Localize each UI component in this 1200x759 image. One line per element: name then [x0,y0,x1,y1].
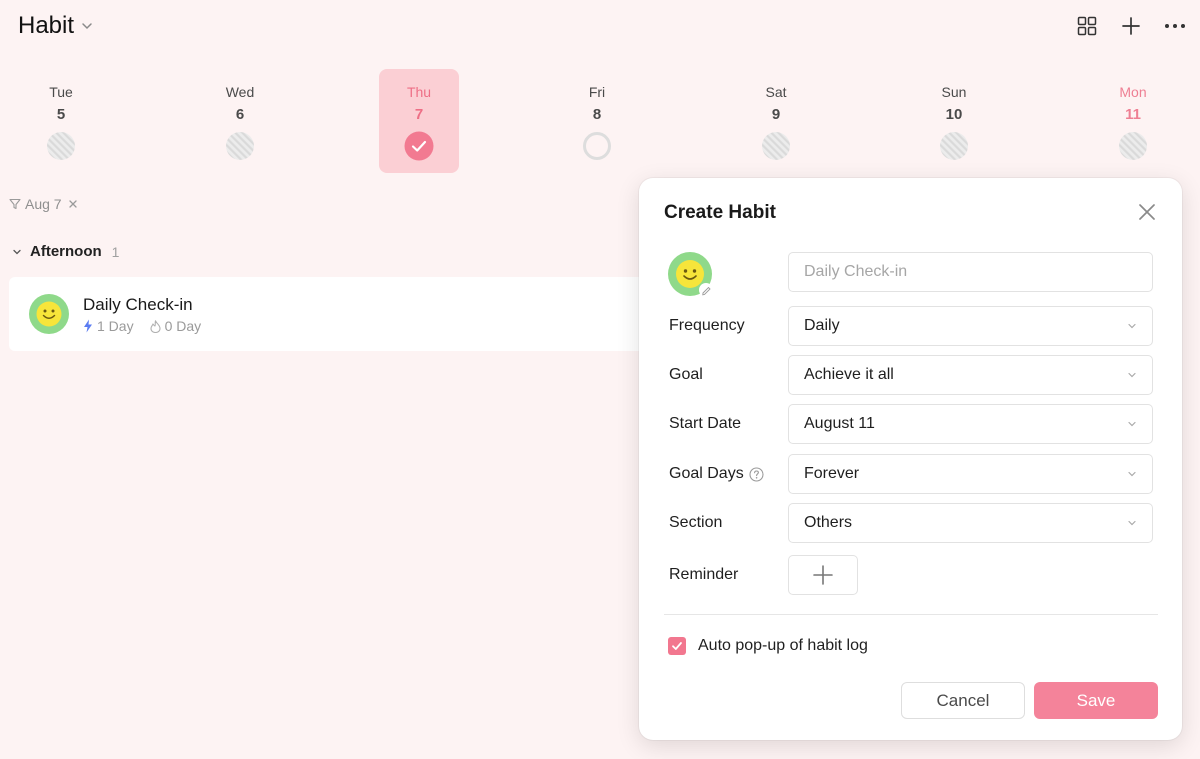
filter-label: Aug 7 [25,196,62,212]
checkmark-icon [672,642,682,650]
auto-popup-checkbox[interactable] [668,637,686,655]
frequency-select[interactable]: Daily [788,306,1153,346]
help-icon[interactable] [749,466,764,482]
day-number: 6 [235,106,245,123]
day-name: Tue [49,84,73,100]
chevron-down-icon [1128,372,1136,378]
clear-filter-icon[interactable] [68,199,78,209]
section-name: Afternoon [30,243,102,260]
goal-days-label: Goal Days [669,465,744,482]
check-done-icon [404,131,434,161]
plus-icon [1122,17,1140,35]
day-name: Wed [225,84,255,100]
app-title-dropdown[interactable]: Habit [18,12,94,40]
day-mon[interactable]: Mon 11 [1093,69,1173,173]
missed-status-icon [762,132,790,160]
section-value: Others [804,514,853,531]
goal-days-label-group: Goal Days [669,465,764,483]
day-thu-selected[interactable]: Thu 7 [379,69,459,173]
grid-view-icon [1077,16,1097,36]
page-title: Habit [18,12,75,39]
missed-status-icon [1119,132,1147,160]
empty-status-icon [583,132,611,160]
chevron-down-icon [1128,471,1136,477]
frequency-value: Daily [804,317,840,334]
goal-days-select[interactable]: Forever [788,454,1153,494]
reminder-label: Reminder [669,566,739,583]
week-strip: Tue 5 Wed 6 Thu 7 Fri 8 Sat 9 Sun 10 Mon… [0,69,1200,173]
habit-name: Daily Check-in [83,295,193,314]
habit-stats: 1 Day 0 Day [83,318,201,334]
goal-value: Achieve it all [804,366,894,383]
habit-streak: 1 Day [97,318,134,334]
start-date-value: August 11 [804,415,875,432]
section-label: Section [669,514,723,531]
start-date-label: Start Date [669,415,742,432]
goal-select[interactable]: Achieve it all [788,355,1153,395]
day-name: Fri [588,84,606,100]
date-filter-chip: Aug 7 [9,196,78,212]
chevron-down-icon [13,249,21,254]
day-fri[interactable]: Fri 8 [557,69,637,173]
day-sun[interactable]: Sun 10 [914,69,994,173]
day-sat[interactable]: Sat 9 [736,69,816,173]
chevron-down-icon [1128,323,1136,329]
close-icon[interactable] [1137,202,1157,222]
more-button[interactable] [1164,14,1186,38]
section-select[interactable]: Others [788,503,1153,543]
auto-popup-option[interactable]: Auto pop-up of habit log [668,637,868,655]
missed-status-icon [226,132,254,160]
day-number: 5 [56,106,66,123]
day-wed[interactable]: Wed 6 [200,69,280,173]
day-number: 7 [414,106,424,123]
habit-item[interactable]: Daily Check-in 1 Day 0 Day [9,277,709,351]
missed-status-icon [47,132,75,160]
more-icon [1165,24,1185,28]
habit-name-input[interactable] [788,252,1153,292]
filter-icon [9,198,21,210]
save-button[interactable]: Save [1034,682,1158,719]
cancel-button[interactable]: Cancel [901,682,1025,719]
habit-total: 0 Day [164,318,202,334]
habit-icon-picker[interactable] [668,252,714,298]
chevron-down-icon [1128,520,1136,526]
header-actions [1076,14,1186,38]
smiley-icon [29,294,69,334]
day-number: 10 [945,106,963,123]
day-tue[interactable]: Tue 5 [21,69,101,173]
lightning-icon [84,319,92,333]
goal-days-value: Forever [804,465,860,482]
create-habit-dialog: Create Habit Frequency Daily Goal Achiev… [639,178,1182,740]
start-date-select[interactable]: August 11 [788,404,1153,444]
add-habit-button[interactable] [1120,14,1142,38]
day-name: Sat [765,84,787,100]
frequency-label: Frequency [669,317,745,334]
section-afternoon-toggle[interactable]: Afternoon 1 [12,243,119,260]
day-number: 9 [771,106,781,123]
day-name: Mon [1119,84,1147,100]
dialog-title: Create Habit [664,202,776,223]
auto-popup-label: Auto pop-up of habit log [698,637,868,654]
divider [664,614,1158,615]
grid-view-button[interactable] [1076,14,1098,38]
missed-status-icon [940,132,968,160]
plus-icon [813,565,833,585]
chevron-down-icon [1128,421,1136,427]
chevron-down-icon [82,23,92,30]
day-number: 8 [592,106,602,123]
goal-label: Goal [669,366,703,383]
day-name: Thu [406,84,432,100]
add-reminder-button[interactable] [788,555,858,595]
day-number: 11 [1125,106,1141,123]
flame-icon [150,319,161,333]
day-name: Sun [941,84,967,100]
section-count: 1 [111,243,120,260]
